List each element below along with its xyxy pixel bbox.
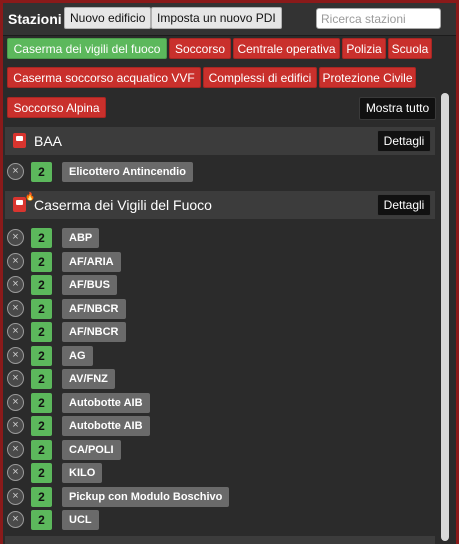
vehicle-status-badge: 2 xyxy=(31,298,52,319)
vehicle-settings-icon[interactable] xyxy=(7,229,24,246)
scrollbar[interactable] xyxy=(440,93,450,544)
filter-fire-station[interactable]: Caserma dei vigili del fuoco xyxy=(7,38,167,59)
vehicle-settings-icon[interactable] xyxy=(7,323,24,340)
stations-panel: Stazioni Nuovo edificio Imposta un nuovo… xyxy=(3,3,456,544)
vehicle-status-badge: 2 xyxy=(31,439,52,460)
vehicle-status-badge: 2 xyxy=(31,369,52,389)
station-marker-icon xyxy=(13,133,26,148)
station-name: Caserma dei Vigili del Fuoco xyxy=(34,197,212,213)
vehicle-name[interactable]: AF/BUS xyxy=(62,275,117,295)
vehicle-status-badge: 2 xyxy=(31,486,52,507)
panel-title: Stazioni xyxy=(8,11,62,27)
vehicle-settings-icon[interactable] xyxy=(7,163,24,180)
vehicle-name[interactable]: Autobotte AIB xyxy=(62,392,150,413)
filter-civil-protection[interactable]: Protezione Civile xyxy=(319,67,416,88)
vehicle-name[interactable]: AV/FNZ xyxy=(62,369,115,389)
vehicle-name[interactable]: Autobotte AIB xyxy=(62,416,150,436)
vehicle-status-badge: 2 xyxy=(31,416,52,436)
vehicle-name[interactable]: CA/POLI xyxy=(62,439,121,460)
vehicle-settings-icon[interactable] xyxy=(7,440,24,458)
vehicle-name[interactable]: Elicottero Antincendio xyxy=(62,162,193,182)
search-input[interactable] xyxy=(316,8,441,29)
vehicle-settings-icon[interactable] xyxy=(7,276,24,293)
vehicle-name[interactable]: UCL xyxy=(62,510,99,530)
vehicle-status-badge: 2 xyxy=(31,345,52,366)
vehicle-status-badge: 2 xyxy=(31,392,52,413)
vehicle-name[interactable]: AF/ARIA xyxy=(62,251,121,272)
filter-water-rescue[interactable]: Caserma soccorso acquatico VVF xyxy=(7,67,201,88)
station-header-baa: BAA Dettagli xyxy=(5,127,435,155)
show-all-button[interactable]: Mostra tutto xyxy=(359,97,436,120)
vehicle-name[interactable]: KILO xyxy=(62,463,103,483)
vehicle-settings-icon[interactable] xyxy=(7,393,24,411)
vehicle-settings-icon[interactable] xyxy=(7,252,24,270)
panel-header: Stazioni Nuovo edificio Imposta un nuovo… xyxy=(3,3,456,36)
new-building-button[interactable]: Nuovo edificio xyxy=(64,7,152,29)
vehicle-settings-icon[interactable] xyxy=(7,299,24,317)
filter-dispatch-center[interactable]: Centrale operativa xyxy=(233,38,340,59)
filter-building-complexes[interactable]: Complessi di edifici xyxy=(203,67,317,88)
vehicle-status-badge: 2 xyxy=(31,162,52,182)
vehicle-status-badge: 2 xyxy=(31,510,52,530)
filter-rescue[interactable]: Soccorso xyxy=(169,38,231,59)
station-details-button[interactable]: Dettagli xyxy=(377,130,431,152)
vehicle-status-badge: 2 xyxy=(31,228,52,248)
vehicle-status-badge: 2 xyxy=(31,463,52,483)
filter-alpine-rescue[interactable]: Soccorso Alpina xyxy=(7,97,106,118)
vehicle-settings-icon[interactable] xyxy=(7,346,24,364)
scrollbar-thumb[interactable] xyxy=(441,93,449,541)
vehicle-name[interactable]: AF/NBCR xyxy=(62,298,126,319)
vehicle-settings-icon[interactable] xyxy=(7,370,24,387)
station-header-fire-station: Caserma dei Vigili del Fuoco Dettagli xyxy=(5,191,435,219)
vehicle-settings-icon[interactable] xyxy=(7,511,24,528)
set-poi-button[interactable]: Imposta un nuovo PDI xyxy=(151,7,282,29)
next-station-header xyxy=(5,536,435,544)
vehicle-settings-icon[interactable] xyxy=(7,487,24,505)
vehicle-settings-icon[interactable] xyxy=(7,464,24,481)
vehicle-status-badge: 2 xyxy=(31,322,52,342)
fire-station-icon xyxy=(13,192,35,212)
filter-school[interactable]: Scuola xyxy=(388,38,432,59)
vehicle-name[interactable]: AG xyxy=(62,345,93,366)
vehicle-name[interactable]: AF/NBCR xyxy=(62,322,126,342)
vehicle-status-badge: 2 xyxy=(31,251,52,272)
vehicle-name[interactable]: Pickup con Modulo Boschivo xyxy=(62,486,230,507)
vehicle-settings-icon[interactable] xyxy=(7,417,24,434)
station-name: BAA xyxy=(34,133,63,149)
filter-police[interactable]: Polizia xyxy=(342,38,386,59)
vehicle-name[interactable]: ABP xyxy=(62,228,100,248)
vehicle-status-badge: 2 xyxy=(31,275,52,295)
station-details-button[interactable]: Dettagli xyxy=(377,194,431,216)
